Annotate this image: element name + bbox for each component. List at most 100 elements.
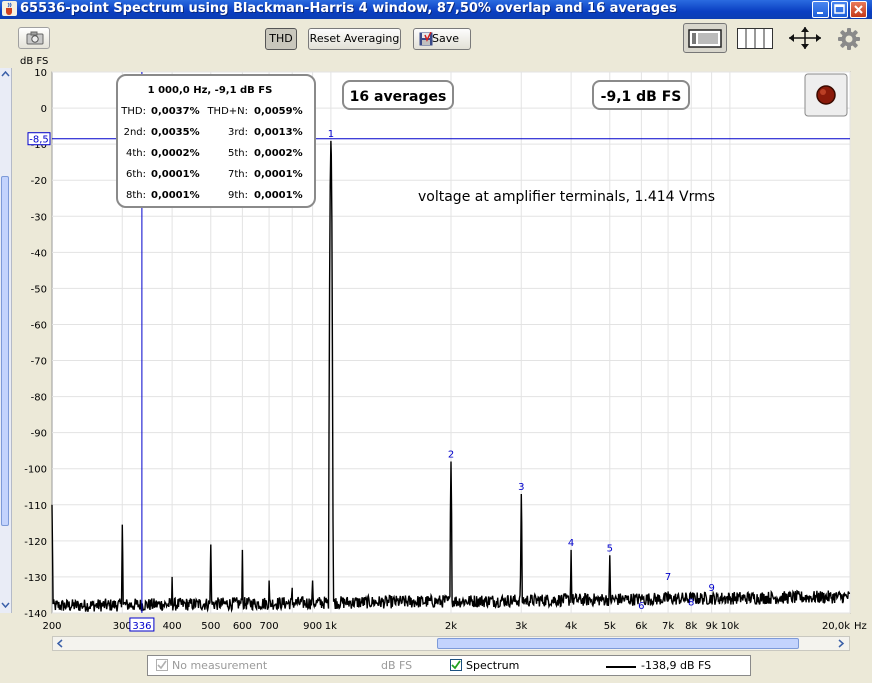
layout-columns-icon bbox=[737, 28, 773, 49]
thd-row-label: 7th: bbox=[228, 169, 248, 180]
y-tick-label: -40 bbox=[31, 248, 47, 259]
y-tick-label: -130 bbox=[24, 573, 47, 584]
record-button[interactable] bbox=[804, 73, 848, 117]
x-tick-label: 700 bbox=[260, 621, 279, 632]
layout-columns-button[interactable] bbox=[737, 28, 773, 49]
y-tick-label: 0 bbox=[41, 104, 47, 115]
save-button[interactable]: Save bbox=[413, 28, 471, 50]
spectrum-plot[interactable]: 10 0 -10 -20 -30 -40 -50 -60 -70 -80 -90 -100 -110 -1… bbox=[0, 0, 872, 683]
spectrum-label: Spectrum bbox=[466, 659, 520, 672]
harmonic-markers: 1 2 3 4 5 6 7 8 9 bbox=[328, 129, 715, 612]
cursor-x-box bbox=[129, 617, 155, 632]
thd-row-label: THD+N: bbox=[206, 106, 248, 117]
thd-info-box: 1 000,0 Hz, -9,1 dB FS THD: 0,0037% THD+N:… bbox=[116, 74, 316, 208]
reset-averaging-button[interactable]: Reset Averaging bbox=[308, 28, 401, 50]
harmonic-marker-label: 3 bbox=[518, 482, 524, 493]
fit-arrows-icon bbox=[789, 27, 821, 49]
x-tick-label: 5k bbox=[604, 621, 616, 632]
thd-button[interactable]: THD bbox=[265, 28, 297, 50]
x-tick-label: 300 bbox=[113, 621, 132, 632]
minimize-icon bbox=[817, 12, 823, 14]
settings-button[interactable] bbox=[838, 28, 860, 50]
maximize-icon bbox=[834, 4, 845, 14]
y-axis-ticks: 10 0 -10 -20 -30 -40 -50 -60 -70 -80 -90 -100 -110 -1… bbox=[24, 68, 47, 620]
java-cup-icon bbox=[2, 1, 17, 16]
scroll-left-icon[interactable] bbox=[55, 638, 65, 649]
title-bar: 65536-point Spectrum using Blackman-Harr… bbox=[0, 0, 872, 19]
cursor-y-box bbox=[27, 132, 51, 146]
scroll-right-icon[interactable] bbox=[836, 638, 846, 649]
y-tick-label: -80 bbox=[31, 393, 47, 404]
y-tick-label: -140 bbox=[24, 609, 47, 620]
thd-row-label: THD: bbox=[120, 106, 146, 117]
y-tick-label: -90 bbox=[31, 429, 47, 440]
horizontal-scrollbar[interactable] bbox=[52, 636, 850, 651]
thd-row-value: 0,0001% bbox=[254, 190, 303, 201]
y-tick-label: -50 bbox=[31, 284, 47, 295]
horizontal-scroll-thumb[interactable] bbox=[437, 638, 799, 649]
thd-row-value: 0,0001% bbox=[254, 169, 303, 180]
spectrum-value: -138,9 dB FS bbox=[641, 659, 712, 672]
plot-grid bbox=[52, 71, 851, 614]
thd-row-value: 0,0059% bbox=[254, 106, 303, 117]
layout-full-icon bbox=[688, 29, 722, 48]
thd-row-label: 4th: bbox=[126, 148, 146, 159]
camera-icon bbox=[26, 31, 44, 45]
x-tick-label: 8k bbox=[685, 621, 697, 632]
close-button[interactable] bbox=[850, 1, 867, 18]
y-tick-label: -100 bbox=[24, 465, 47, 476]
thd-row-value: 0,0013% bbox=[254, 127, 303, 138]
legend-bar: No measurement dB FS Spectrum -138,9 dB … bbox=[147, 655, 751, 676]
spectrum-checkbox[interactable] bbox=[450, 659, 462, 671]
no-measurement-checkbox[interactable] bbox=[156, 659, 168, 671]
x-tick-label: 2k bbox=[445, 621, 457, 632]
x-tick-label: 400 bbox=[163, 621, 182, 632]
harmonic-marker-label: 2 bbox=[448, 450, 454, 461]
thd-row-label: 8th: bbox=[126, 190, 146, 201]
thd-header: 1 000,0 Hz, -9,1 dB FS bbox=[148, 85, 273, 96]
snapshot-button[interactable] bbox=[18, 27, 50, 49]
x-tick-label: 10k bbox=[721, 621, 740, 632]
harmonic-marker-label: 5 bbox=[607, 543, 613, 554]
y-tick-label: -30 bbox=[31, 212, 47, 223]
cursor-x-label: 336 bbox=[132, 621, 151, 632]
x-tick-label: 200 bbox=[42, 621, 61, 632]
thd-row-label: 9th: bbox=[228, 190, 248, 201]
check-icon bbox=[451, 660, 461, 670]
thd-row-value: 0,0002% bbox=[151, 148, 200, 159]
x-tick-label: 7k bbox=[662, 621, 674, 632]
averages-box: 16 averages bbox=[342, 80, 454, 110]
y-tick-label: -60 bbox=[31, 320, 47, 331]
gear-icon bbox=[838, 28, 860, 50]
scroll-down-icon[interactable] bbox=[1, 600, 10, 609]
thd-row-label: 2nd: bbox=[124, 127, 146, 138]
vertical-scroll-thumb[interactable] bbox=[1, 176, 9, 526]
minimize-button[interactable] bbox=[812, 1, 829, 18]
x-tick-label: 1k bbox=[325, 621, 337, 632]
thd-row-value: 0,0001% bbox=[151, 190, 200, 201]
level-box: -9,1 dB FS bbox=[592, 80, 690, 110]
y-tick-label: -70 bbox=[31, 357, 47, 368]
cursor-y-label: -8,5 bbox=[29, 135, 49, 146]
averages-label: 16 averages bbox=[350, 89, 447, 105]
x-tick-label: 900 bbox=[303, 621, 322, 632]
maximize-button[interactable] bbox=[831, 1, 848, 18]
x-tick-label: 500 bbox=[201, 621, 220, 632]
x-tick-label: 4k bbox=[565, 621, 577, 632]
y-tick-label: -10 bbox=[31, 140, 47, 151]
thd-row-value: 0,0002% bbox=[254, 148, 303, 159]
plot-background bbox=[51, 71, 851, 614]
record-icon bbox=[816, 85, 836, 105]
vertical-scrollbar[interactable] bbox=[0, 68, 12, 613]
cursor-crosshair[interactable]: -8,5 336 bbox=[27, 72, 850, 632]
x-tick-label: 600 bbox=[233, 621, 252, 632]
save-label: Save bbox=[432, 32, 460, 45]
y-tick-label: -120 bbox=[24, 537, 47, 548]
y-tick-label: -110 bbox=[24, 501, 47, 512]
x-axis-ticks: 200 300 400 500 600 700 900 1k 2k 3k 4k 5k 6k 7k 8k 9k 1… bbox=[42, 621, 850, 632]
fit-button[interactable] bbox=[787, 26, 823, 50]
check-icon bbox=[157, 660, 167, 670]
close-icon bbox=[854, 5, 863, 14]
layout-full-button[interactable] bbox=[683, 23, 727, 53]
scroll-up-icon[interactable] bbox=[1, 69, 10, 78]
